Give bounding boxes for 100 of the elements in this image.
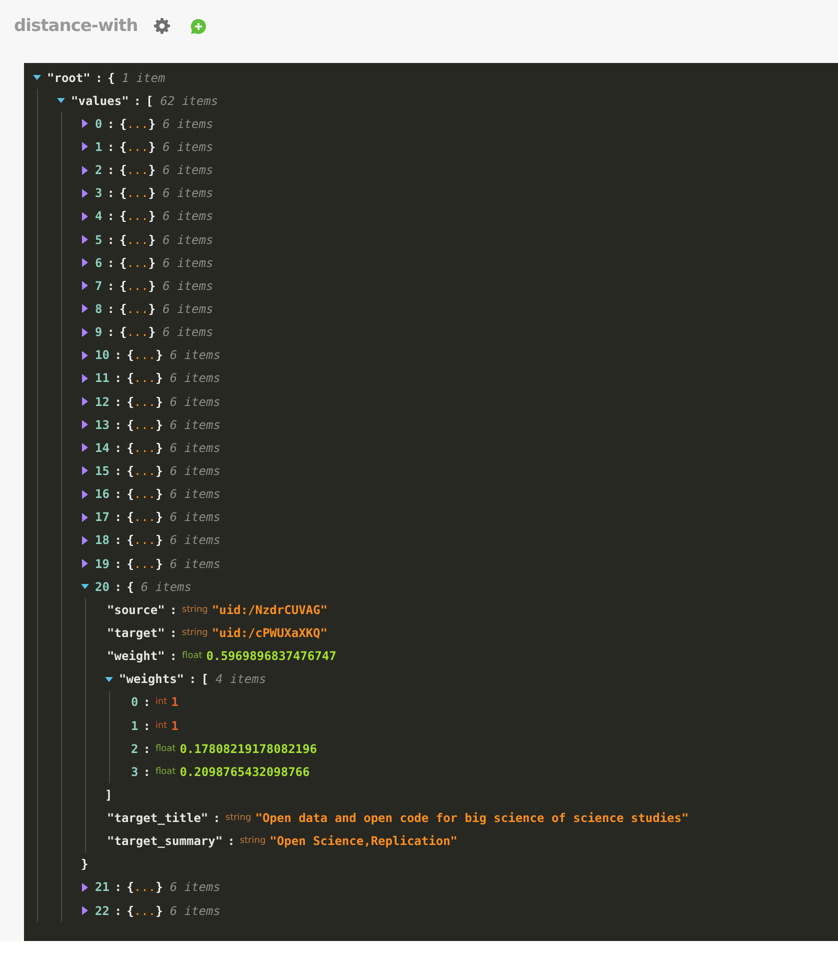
collapsed-ellipsis[interactable]: ... <box>126 116 148 131</box>
expand-arrow-icon[interactable] <box>81 281 89 290</box>
expand-arrow-icon[interactable] <box>81 258 89 268</box>
close-brace: } <box>156 556 163 571</box>
json-value: "uid:/cPWUXaXKQ" <box>212 626 328 640</box>
collapsed-ellipsis[interactable]: ... <box>134 880 156 894</box>
collapsed-ellipsis[interactable]: ... <box>126 302 148 316</box>
item-count: 6 items <box>162 325 214 340</box>
close-brace: } <box>156 533 163 548</box>
collapsed-ellipsis[interactable]: ... <box>134 348 156 362</box>
open-brace: { <box>119 302 127 316</box>
collapsed-ellipsis[interactable]: ... <box>134 487 156 502</box>
open-bracket: { <box>126 580 134 594</box>
open-brace: { <box>119 325 127 340</box>
json-value: 1 <box>171 718 178 732</box>
close-brace: } <box>148 209 156 224</box>
colon: : <box>107 256 114 270</box>
collapsed-ellipsis[interactable]: ... <box>134 510 156 524</box>
expand-arrow-icon[interactable] <box>81 397 89 406</box>
expand-arrow-icon[interactable] <box>81 235 89 244</box>
type-label: string <box>182 604 208 615</box>
expand-arrow-icon[interactable] <box>81 166 89 175</box>
collapsed-ellipsis[interactable]: ... <box>126 232 148 247</box>
json-key: "target_title" <box>107 811 208 826</box>
type-label: string <box>240 836 266 846</box>
type-label: float <box>155 766 176 777</box>
json-value: 0.2098765432098766 <box>180 764 310 779</box>
item-count: 6 items <box>162 278 214 293</box>
open-brace: { <box>119 232 127 247</box>
item-count: 6 items <box>170 371 220 386</box>
index-key: 11 <box>95 371 110 386</box>
collapsed-ellipsis[interactable]: ... <box>134 556 156 571</box>
collapsed-ellipsis[interactable]: ... <box>126 140 148 154</box>
collapsed-ellipsis[interactable]: ... <box>134 371 156 386</box>
colon: : <box>107 140 114 154</box>
collapsed-ellipsis[interactable]: ... <box>134 904 156 918</box>
collapse-arrow-icon[interactable] <box>57 96 65 106</box>
item-count: 6 items <box>170 487 220 502</box>
item-count: 6 items <box>162 256 214 270</box>
colon: : <box>213 811 220 826</box>
close-brace: } <box>156 464 163 478</box>
expand-arrow-icon[interactable] <box>81 512 89 522</box>
page-title: distance-with <box>14 16 138 36</box>
expand-arrow-icon[interactable] <box>81 466 89 476</box>
collapsed-ellipsis[interactable]: ... <box>126 186 148 200</box>
expand-arrow-icon[interactable] <box>81 212 89 221</box>
colon: : <box>107 325 114 340</box>
index-key: 2 <box>95 163 102 178</box>
close-brace: } <box>148 325 156 340</box>
colon: : <box>143 695 150 710</box>
open-brace: { <box>126 371 134 386</box>
expand-arrow-icon[interactable] <box>81 559 89 568</box>
colon: : <box>114 371 122 386</box>
collapsed-ellipsis[interactable]: ... <box>126 256 148 270</box>
index-key: 19 <box>95 556 110 571</box>
collapsed-ellipsis[interactable]: ... <box>134 394 156 409</box>
collapse-arrow-icon[interactable] <box>33 73 41 82</box>
expand-arrow-icon[interactable] <box>81 443 89 452</box>
item-count: 4 items <box>216 672 266 686</box>
open-brace: { <box>119 116 127 131</box>
open-brace: { <box>126 880 134 894</box>
close-brace: } <box>148 278 156 293</box>
expand-arrow-icon[interactable] <box>81 882 89 892</box>
collapsed-ellipsis[interactable]: ... <box>126 163 148 178</box>
index-key: 15 <box>95 464 110 478</box>
collapse-arrow-icon[interactable] <box>81 582 89 592</box>
expand-arrow-icon[interactable] <box>81 906 89 916</box>
colon: : <box>114 440 122 455</box>
colon: : <box>114 510 122 524</box>
colon: : <box>114 464 122 478</box>
item-count: 6 items <box>162 163 214 178</box>
collapsed-ellipsis[interactable]: ... <box>126 325 148 340</box>
collapsed-ellipsis[interactable]: ... <box>134 418 156 432</box>
collapsed-ellipsis[interactable]: ... <box>134 533 156 548</box>
collapsed-ellipsis[interactable]: ... <box>126 209 148 224</box>
expand-arrow-icon[interactable] <box>81 304 89 314</box>
expand-arrow-icon[interactable] <box>81 420 89 430</box>
open-bracket: { <box>108 70 115 85</box>
expand-arrow-icon[interactable] <box>81 119 89 128</box>
expand-arrow-icon[interactable] <box>81 188 89 198</box>
close-brace: } <box>156 487 163 502</box>
collapsed-ellipsis[interactable]: ... <box>134 440 156 455</box>
json-value: 1 <box>171 695 178 710</box>
settings-icon[interactable] <box>154 18 170 34</box>
type-label: float <box>155 744 176 754</box>
collapsed-ellipsis[interactable]: ... <box>134 464 156 478</box>
open-brace: { <box>119 209 127 224</box>
expand-arrow-icon[interactable] <box>81 490 89 499</box>
collapsed-ellipsis[interactable]: ... <box>126 278 148 293</box>
item-count: 6 items <box>162 116 214 131</box>
collapse-arrow-icon[interactable] <box>105 674 113 684</box>
json-key: "target_summary" <box>107 834 223 848</box>
expand-arrow-icon[interactable] <box>81 142 89 152</box>
expand-arrow-icon[interactable] <box>81 536 89 545</box>
colon: : <box>170 602 178 617</box>
expand-arrow-icon[interactable] <box>81 350 89 360</box>
item-count: 6 items <box>170 880 220 894</box>
expand-arrow-icon[interactable] <box>81 328 89 337</box>
json-key: "values" <box>71 94 129 108</box>
expand-arrow-icon[interactable] <box>81 374 89 383</box>
